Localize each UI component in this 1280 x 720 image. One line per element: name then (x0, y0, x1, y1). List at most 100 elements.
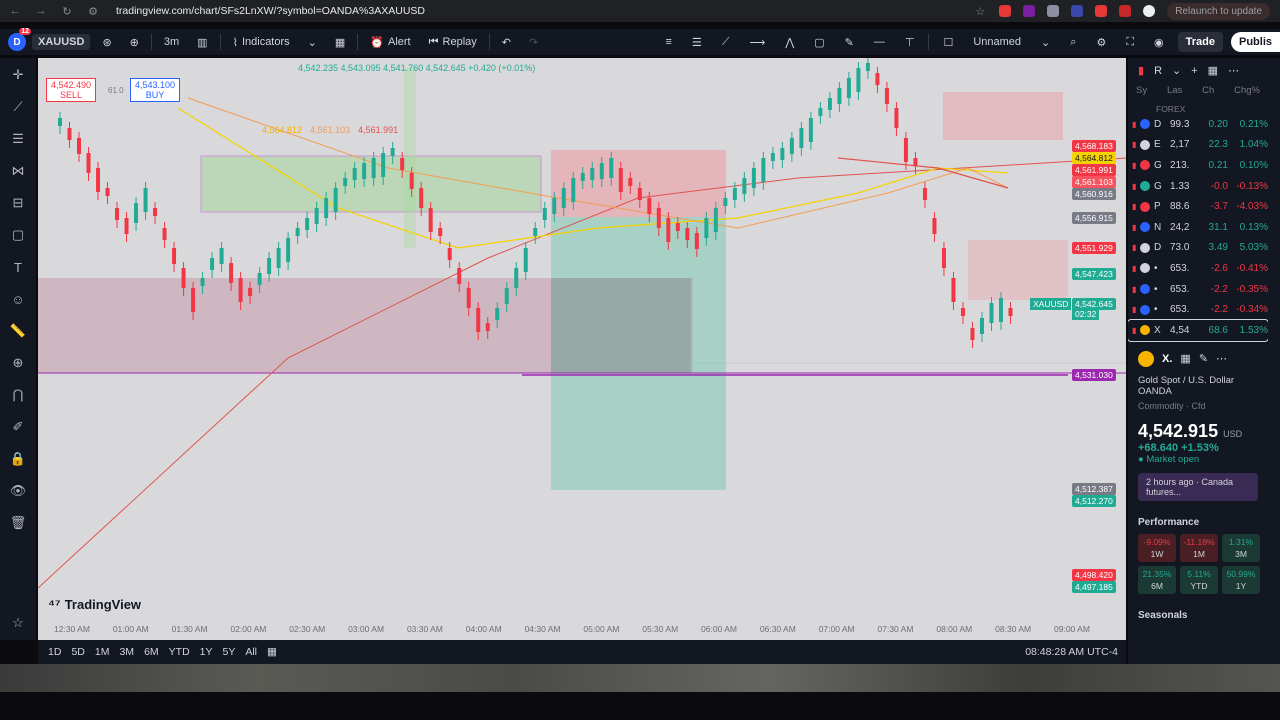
watchlist-row[interactable]: ▮ P 88.6 -3.7 -4.03% (1128, 196, 1268, 217)
row-flag-icon[interactable]: ▮ (1132, 182, 1140, 191)
performance-cell[interactable]: 1.31% 3M (1222, 533, 1260, 562)
watchlist-dropdown-icon[interactable]: ⌄ (1172, 64, 1181, 77)
symbol-search[interactable]: XAUUSD (32, 34, 91, 50)
layout-icon[interactable]: ▦ (1180, 352, 1190, 365)
fullscreen-icon[interactable]: ⛶ (1120, 34, 1140, 51)
drawing-tool-icon[interactable]: ≡ (659, 34, 677, 50)
lock-icon[interactable]: 🔒 (7, 448, 29, 470)
publish-button[interactable]: Publis (1230, 32, 1280, 52)
redo-icon[interactable]: ↷ (523, 34, 544, 51)
extension-icon[interactable] (1119, 5, 1132, 17)
profile-avatar[interactable] (1143, 5, 1156, 17)
watchlist-title[interactable]: R (1154, 65, 1162, 77)
timeframe-button[interactable]: All (245, 646, 257, 658)
watchlist-row[interactable]: ▮ D 73.0 3.49 5.03% (1128, 238, 1268, 259)
watchlist-layout-icon[interactable]: ▦ (1208, 64, 1218, 77)
camera-icon[interactable]: ◉ (1148, 34, 1170, 51)
row-flag-icon[interactable]: ▮ (1132, 140, 1140, 149)
trend-line-icon[interactable]: ⟋ (716, 34, 736, 51)
horizontal-line-icon[interactable]: — (868, 34, 891, 50)
chart-type-icon[interactable]: ▥ (191, 34, 213, 51)
date-range-icon[interactable]: ▦ (267, 646, 277, 658)
watchlist-row[interactable]: ▮ G 213. 0.21 0.10% (1128, 155, 1268, 176)
bookmark-star-icon[interactable]: ☆ (973, 5, 987, 18)
timeframe-button[interactable]: 3M (119, 646, 134, 658)
compare-add-icon[interactable]: ⊕ (124, 34, 145, 51)
undo-icon[interactable]: ↶ (496, 34, 517, 51)
user-avatar[interactable]: D 12 (8, 28, 31, 51)
buy-button[interactable]: 4,543.100 BUY (130, 78, 181, 102)
edit-icon[interactable]: ✎ (1199, 352, 1208, 365)
indicators-dropdown-icon[interactable]: ⌄ (302, 34, 323, 51)
add-symbol-icon[interactable]: + (1191, 65, 1197, 77)
indicators-button[interactable]: ⌇ Indicators (227, 34, 296, 51)
site-settings-icon[interactable]: ⚙ (86, 5, 100, 18)
watchlist-row[interactable]: ▮ G 1.33 -0.0 -0.13% (1128, 176, 1268, 197)
zoom-icon[interactable]: ⊕ (7, 352, 29, 374)
row-flag-icon[interactable]: ▮ (1132, 161, 1140, 170)
extension-icon[interactable] (999, 5, 1012, 17)
drawing-tool-icon[interactable]: ☰ (686, 34, 708, 51)
reload-icon[interactable]: ↻ (60, 5, 74, 18)
pattern-icon[interactable]: ⋀ (779, 34, 800, 51)
row-flag-icon[interactable]: ▮ (1132, 285, 1140, 294)
crosshair-icon[interactable]: ✛ (7, 64, 29, 86)
pattern-icon[interactable]: ⋈ (7, 160, 29, 182)
layout-dropdown-icon[interactable]: ⌄ (1035, 34, 1056, 51)
brush-icon[interactable]: ✎ (839, 34, 860, 51)
back-icon[interactable]: ← (8, 5, 22, 17)
watchlist-row[interactable]: ▮ D 99.3 0.20 0.21% (1128, 114, 1268, 135)
templates-icon[interactable]: ▦ (329, 34, 351, 51)
watchlist-row[interactable]: ▮ X 4,54 68.6 1.53% (1128, 318, 1268, 342)
trash-icon[interactable]: 🗑 (7, 512, 29, 534)
alert-button[interactable]: ⏰ Alert (364, 34, 416, 51)
trade-button[interactable]: Trade (1177, 32, 1223, 52)
projection-icon[interactable]: ⊟ (7, 192, 29, 214)
search-icon[interactable]: ⌕ (1064, 34, 1082, 51)
watchlist-row[interactable]: ▮ • 653. -2.2 -0.34% (1128, 299, 1268, 320)
extension-icon[interactable] (1095, 5, 1108, 17)
horizontal-ray-icon[interactable]: ⟶ (743, 34, 771, 51)
interval-selector[interactable]: 3m (158, 34, 185, 50)
performance-cell[interactable]: 5.11% YTD (1180, 565, 1218, 594)
watchlist-row[interactable]: ▮ • 653. -2.6 -0.41% (1128, 258, 1268, 279)
rectangle-icon[interactable]: ▢ (808, 34, 830, 51)
extension-icon[interactable] (1071, 5, 1084, 17)
text-icon[interactable]: T (7, 256, 29, 278)
timeframe-button[interactable]: 6M (144, 646, 159, 658)
measure-icon[interactable]: ⊤ (899, 34, 921, 51)
favorites-star-icon[interactable]: ☆ (7, 612, 29, 634)
replay-button[interactable]: ⏮ Replay (423, 34, 483, 51)
timeframe-button[interactable]: 1D (48, 646, 61, 658)
magnet-icon[interactable]: ⋂ (7, 384, 29, 406)
shapes-icon[interactable]: ▢ (7, 224, 29, 246)
performance-cell[interactable]: -9.09% 1W (1138, 533, 1176, 562)
row-flag-icon[interactable]: ▮ (1132, 202, 1140, 211)
eye-icon[interactable]: 👁 (7, 480, 29, 502)
price-chart-svg[interactable]: 12:30 AM 01:00 AM 01:30 AM 02:00 AM 02:30 AM… (38, 58, 1126, 640)
ruler-icon[interactable]: 📏 (7, 320, 29, 342)
forward-icon[interactable]: → (34, 5, 48, 17)
row-flag-icon[interactable]: ▮ (1132, 326, 1140, 335)
performance-cell[interactable]: 21.35% 6M (1138, 565, 1176, 594)
timeframe-button[interactable]: 5Y (223, 646, 236, 658)
timeframe-button[interactable]: 5D (71, 646, 84, 658)
detail-symbol[interactable]: X. (1162, 353, 1172, 365)
timeframe-button[interactable]: YTD (169, 646, 190, 658)
sell-button[interactable]: 4,542.490 SELL (46, 78, 97, 102)
row-flag-icon[interactable]: ▮ (1132, 305, 1140, 314)
layout-name[interactable]: Unnamed (967, 34, 1027, 50)
symbol-name[interactable]: Gold Spot / U.S. Dollar (1138, 375, 1258, 386)
more-options-icon[interactable]: ⋯ (1216, 352, 1227, 365)
trend-line-icon[interactable]: ⟋ (7, 96, 29, 118)
watch-symbol-icon[interactable]: ⊛ (96, 34, 117, 51)
row-flag-icon[interactable]: ▮ (1132, 120, 1140, 129)
watchlist-row[interactable]: ▮ • 653. -2.2 -0.35% (1128, 279, 1268, 300)
performance-cell[interactable]: -11.18% 1M (1180, 533, 1218, 562)
icons-icon[interactable]: ☺ (7, 288, 29, 310)
watchlist-row[interactable]: ▮ E 2,17 22.3 1.04% (1128, 135, 1268, 156)
watchlist-section[interactable]: FOREX (1128, 98, 1268, 114)
timeframe-button[interactable]: 1Y (200, 646, 213, 658)
row-flag-icon[interactable]: ▮ (1132, 223, 1140, 232)
row-flag-icon[interactable]: ▮ (1132, 264, 1140, 273)
